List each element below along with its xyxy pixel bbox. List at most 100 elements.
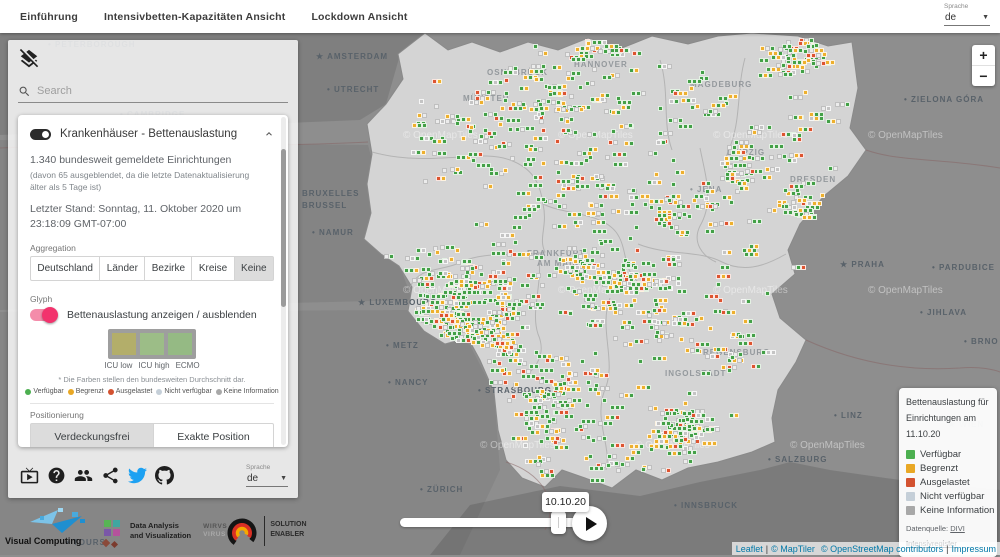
hospital-glyph[interactable] [611,129,616,134]
hospital-glyph[interactable] [647,434,652,439]
hospital-glyph[interactable] [826,119,841,124]
hospital-glyph[interactable] [798,127,813,132]
hospital-glyph[interactable] [652,308,667,313]
hospital-glyph[interactable] [721,365,726,370]
people-icon[interactable] [74,466,93,485]
hospital-glyph[interactable] [695,104,700,109]
hospital-glyph[interactable] [828,166,838,171]
hospital-glyph[interactable] [504,91,509,96]
hospital-glyph[interactable] [716,274,731,279]
card-scrollbar-thumb[interactable] [281,149,286,307]
hospital-glyph[interactable] [566,387,581,392]
divi-link[interactable]: DIVI [950,524,965,533]
hospital-glyph[interactable] [672,321,687,326]
hospital-glyph[interactable] [631,91,646,96]
hospital-glyph[interactable] [508,249,513,254]
hospital-glyph[interactable] [487,359,497,364]
hospital-glyph[interactable] [630,202,635,207]
hospital-glyph[interactable] [720,161,730,166]
hospital-glyph[interactable] [501,261,511,266]
hospital-glyph[interactable] [652,356,667,361]
nav-item-3[interactable]: Lockdown Ansicht [311,11,407,23]
nav-item-1[interactable]: Einführung [20,11,78,23]
hospital-glyph[interactable] [738,341,753,346]
hospital-glyph[interactable] [739,186,749,191]
hospital-glyph[interactable] [435,119,450,124]
hospital-glyph[interactable] [568,311,573,316]
hospital-glyph[interactable] [749,125,764,130]
hospital-glyph[interactable] [451,295,466,300]
hospital-glyph[interactable] [496,352,506,357]
hospital-glyph[interactable] [628,123,633,128]
hospital-glyph[interactable] [571,57,586,62]
hospital-glyph[interactable] [523,443,528,448]
hospital-glyph[interactable] [581,435,591,440]
hospital-glyph[interactable] [496,295,511,300]
hospital-glyph[interactable] [610,405,625,410]
hospital-glyph[interactable] [609,194,619,199]
hospital-glyph[interactable] [595,183,605,188]
hospital-glyph[interactable] [566,286,571,291]
hospital-glyph[interactable] [667,262,682,267]
hospital-glyph[interactable] [610,443,625,448]
hospital-glyph[interactable] [561,362,571,367]
hospital-glyph[interactable] [556,107,566,112]
hospital-glyph[interactable] [765,167,780,172]
hospital-glyph[interactable] [647,180,662,185]
hospital-glyph[interactable] [747,155,752,160]
hospital-glyph[interactable] [554,445,569,450]
hospital-glyph[interactable] [705,189,715,194]
hospital-glyph[interactable] [507,398,512,403]
hospital-glyph[interactable] [589,466,604,471]
hospital-glyph[interactable] [503,168,508,173]
hospital-glyph[interactable] [479,330,494,335]
hospital-glyph[interactable] [791,265,806,270]
hospital-glyph[interactable] [649,205,654,210]
hospital-glyph[interactable] [598,421,613,426]
hospital-glyph[interactable] [569,94,574,99]
hospital-glyph[interactable] [656,421,671,426]
hospital-glyph[interactable] [435,250,440,255]
hospital-glyph[interactable] [583,293,598,298]
hospital-glyph[interactable] [530,430,540,435]
hospital-glyph[interactable] [612,273,617,278]
hospital-glyph[interactable] [705,417,715,422]
hospital-glyph[interactable] [590,303,595,308]
hospital-glyph[interactable] [529,255,544,260]
hospital-glyph[interactable] [536,462,541,467]
hospital-glyph[interactable] [491,242,506,247]
hospital-glyph[interactable] [551,417,556,422]
hospital-glyph[interactable] [649,447,654,452]
hospital-glyph[interactable] [561,258,566,263]
hospital-glyph[interactable] [560,403,575,408]
hospital-glyph[interactable] [461,136,466,141]
hospital-glyph[interactable] [694,194,704,199]
hospital-glyph[interactable] [567,246,577,251]
hospital-glyph[interactable] [640,194,650,199]
hospital-glyph[interactable] [487,310,502,315]
hospital-glyph[interactable] [651,263,656,268]
hospital-glyph[interactable] [424,317,429,322]
hospital-glyph[interactable] [759,58,769,63]
hospital-glyph[interactable] [547,273,557,278]
hospital-glyph[interactable] [505,332,520,337]
hospital-glyph[interactable] [800,65,805,70]
hospital-glyph[interactable] [792,60,807,65]
hospital-glyph[interactable] [700,70,705,75]
hospital-glyph[interactable] [513,344,523,349]
hospital-glyph[interactable] [613,310,623,315]
hospital-glyph[interactable] [513,215,528,220]
hospital-glyph[interactable] [751,364,761,369]
aggregation-option-l-nder[interactable]: Länder [100,256,146,282]
hospital-glyph[interactable] [761,350,776,355]
hospital-glyph[interactable] [493,380,508,385]
hospital-glyph[interactable] [419,99,424,104]
hospital-glyph[interactable] [721,310,736,315]
hospital-glyph[interactable] [520,325,530,330]
hospital-glyph[interactable] [561,128,571,133]
hospital-glyph[interactable] [412,123,427,128]
hospital-glyph[interactable] [601,300,611,305]
hospital-glyph[interactable] [594,174,604,179]
hospital-glyph[interactable] [704,294,719,299]
hospital-glyph[interactable] [642,319,657,324]
